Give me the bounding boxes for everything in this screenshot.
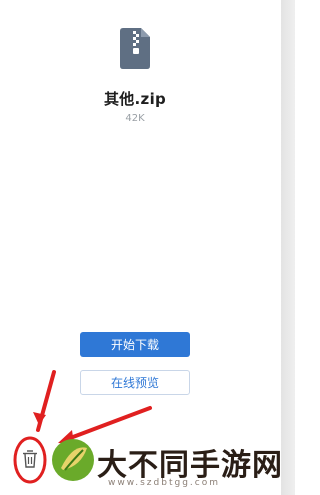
- annotation-circle: [13, 436, 47, 484]
- annotation-arrow-up: [33, 370, 56, 432]
- watermark-url: www.szdbtgg.com: [108, 478, 220, 488]
- watermark-logo: [51, 438, 95, 482]
- annotation-overlay: [13, 370, 152, 484]
